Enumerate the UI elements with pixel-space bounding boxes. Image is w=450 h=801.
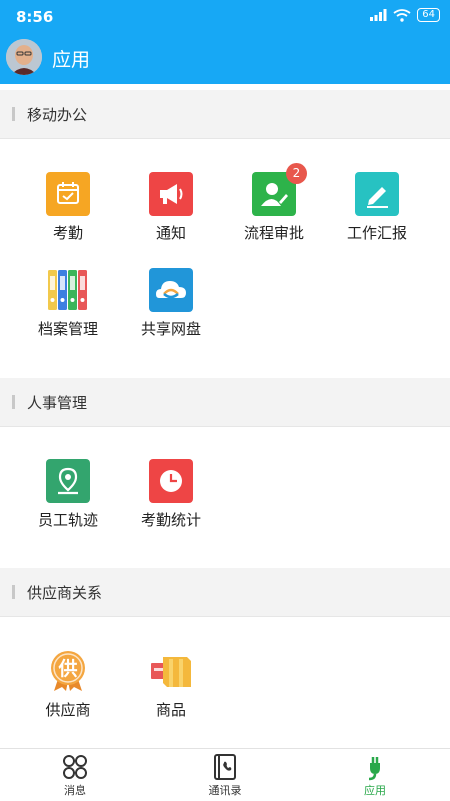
app-label: 商品 — [155, 701, 186, 719]
tab-label: 应用 — [364, 784, 386, 797]
cloud-icon — [149, 268, 193, 312]
bottom-tab-bar: 消息 通讯录 应用 — [0, 748, 450, 801]
app-workflow-approval[interactable]: 2 流程审批 — [222, 163, 326, 262]
plug-icon — [368, 757, 380, 781]
section-marker — [12, 395, 15, 409]
app-attendance[interactable]: 考勤 — [16, 172, 120, 262]
signal-icon — [370, 9, 387, 21]
app-label: 工作汇报 — [346, 224, 407, 242]
section-title: 人事管理 — [27, 394, 88, 412]
app-label: 通知 — [155, 224, 186, 242]
binders-icon — [46, 268, 90, 312]
title-bar: 应用 — [0, 32, 450, 84]
tab-messages[interactable]: 消息 — [0, 749, 150, 801]
app-header: 8:56 64 应用 — [0, 0, 450, 84]
section-title: 供应商关系 — [27, 584, 103, 602]
tab-label: 消息 — [64, 784, 86, 797]
app-label: 供应商 — [45, 701, 91, 719]
avatar-portrait-icon — [6, 39, 42, 75]
location-pin-icon — [46, 459, 90, 503]
clock-icon — [149, 459, 193, 503]
app-label: 考勤 — [52, 224, 83, 242]
section-header-mobile-office: 移动办公 — [0, 90, 450, 139]
app-label: 考勤统计 — [140, 511, 201, 529]
section-header-hr-management: 人事管理 — [0, 378, 450, 427]
app-label: 流程审批 — [243, 224, 304, 242]
megaphone-icon — [149, 172, 193, 216]
app-attendance-stats[interactable]: 考勤统计 — [119, 459, 223, 549]
calendar-icon — [46, 172, 90, 216]
app-notice[interactable]: 通知 — [119, 172, 223, 262]
app-shared-drive[interactable]: 共享网盘 — [119, 268, 223, 358]
tab-label: 通讯录 — [208, 784, 242, 797]
app-supplier[interactable]: 供 供应商 — [16, 649, 120, 739]
app-goods[interactable]: 商品 — [119, 649, 223, 739]
status-icons: 64 — [369, 8, 440, 22]
pen-icon — [355, 172, 399, 216]
app-work-report[interactable]: 工作汇报 — [325, 172, 429, 262]
app-label: 共享网盘 — [140, 320, 201, 338]
battery-indicator: 64 — [417, 8, 440, 22]
goods-boxes-icon — [149, 649, 193, 693]
app-employee-track[interactable]: 员工轨迹 — [16, 459, 120, 549]
tab-contacts[interactable]: 通讯录 — [150, 749, 300, 801]
wifi-icon — [393, 8, 411, 22]
avatar[interactable] — [6, 39, 42, 75]
section-marker — [12, 107, 15, 121]
page-title: 应用 — [52, 49, 91, 71]
app-archive-management[interactable]: 档案管理 — [16, 268, 120, 358]
circles-grid-icon — [63, 755, 87, 779]
notification-badge: 2 — [286, 163, 307, 184]
section-title: 移动办公 — [27, 106, 88, 124]
section-marker — [12, 585, 15, 599]
contacts-book-icon — [214, 754, 236, 780]
status-bar: 8:56 64 — [0, 0, 450, 32]
status-time: 8:56 — [16, 8, 54, 26]
supplier-medal-glyph: 供 — [57, 657, 77, 680]
app-label: 员工轨迹 — [37, 511, 98, 529]
app-label: 档案管理 — [37, 320, 98, 338]
tab-apps[interactable]: 应用 — [300, 749, 450, 801]
supplier-medal-icon: 供 — [46, 649, 90, 693]
section-header-supplier-relations: 供应商关系 — [0, 568, 450, 617]
